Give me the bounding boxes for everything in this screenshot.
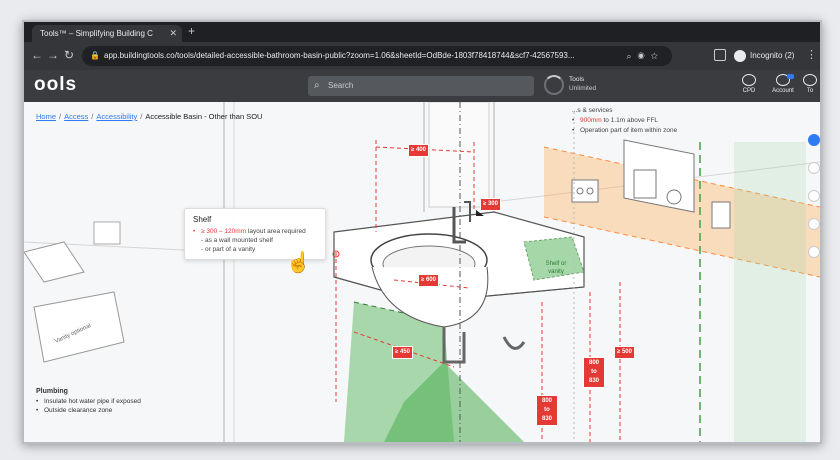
dimension-tag[interactable]: ≥ 450 [392, 346, 413, 359]
browser-tab[interactable]: Tools™ – Simplifying Building C ✕ [32, 25, 182, 42]
tool-icon[interactable] [808, 190, 820, 202]
dimension-tag[interactable]: ≥ 500 [614, 346, 635, 359]
app-header: ools ⌕ Search Tools Unlimited CPD Accoun… [24, 70, 820, 102]
tooltip-line: ≥ 300 – 120mm layout area required [193, 228, 317, 235]
search-placeholder: Search [328, 81, 354, 90]
incognito-indicator[interactable]: Incognito (2) [734, 47, 794, 65]
tools-icon [803, 74, 817, 86]
plan-title: Tools [569, 76, 585, 83]
notification-badge [787, 74, 794, 79]
drawing-canvas[interactable]: Home / Access / Accessibility / Accessible Bas… [24, 102, 820, 442]
breadcrumb-separator: / [140, 112, 143, 121]
tooltip-title: Shelf [193, 215, 212, 224]
incognito-label: Incognito (2) [750, 51, 795, 60]
breadcrumb-home[interactable]: Home [36, 112, 56, 121]
controls-note-line: 900mm to 1.1m above FFL [572, 116, 677, 126]
dimension-tag[interactable]: 800 to 830 [536, 395, 558, 426]
tool-icon[interactable] [808, 246, 820, 258]
controls-height-value: 900mm [580, 117, 602, 124]
plan-status-text: Unlimited [569, 85, 597, 92]
eye-off-icon[interactable]: ◉ [638, 51, 651, 61]
breadcrumb: Home / Access / Accessibility / Accessible Bas… [36, 112, 262, 121]
tab-strip: Tools™ – Simplifying Building C ✕ + [24, 22, 820, 42]
plumbing-item: Outside clearance zone [36, 407, 141, 414]
account-button[interactable]: Account [768, 74, 798, 100]
controls-note: ...s & services 900mm to 1.1m above FFL … [572, 106, 677, 136]
dimension-tag[interactable]: ≥ 600 [418, 274, 439, 287]
reload-icon[interactable]: ↻ [62, 48, 76, 62]
plan-status[interactable]: Tools Unlimited [544, 73, 624, 99]
tools-button[interactable]: To [800, 74, 820, 100]
star-icon[interactable]: ☆ [651, 51, 664, 61]
plumbing-item: Insulate hot water pipe if exposed [36, 398, 141, 405]
cpd-button[interactable]: CPD [734, 74, 764, 100]
dimension-tag[interactable]: ≥ 400 [408, 144, 429, 157]
breadcrumb-access[interactable]: Access [64, 112, 88, 121]
account-label: Account [772, 88, 794, 94]
close-tab-icon[interactable]: ✕ [169, 25, 177, 42]
breadcrumb-accessibility[interactable]: Accessibility [96, 112, 137, 121]
url-text: app.buildingtools.co/tools/detailed-acce… [104, 51, 575, 60]
dimension-tag[interactable]: 800 to 830 [583, 357, 605, 388]
tooltip-line: - as a wall mounted shelf [201, 237, 273, 244]
breadcrumb-separator: / [91, 112, 94, 121]
dimension-tag[interactable]: ≥ 300 [480, 198, 501, 211]
forward-icon[interactable]: → [46, 48, 60, 62]
url-bar[interactable]: 🔒 app.buildingtools.co/tools/detailed-ac… [82, 46, 672, 66]
breadcrumb-separator: / [59, 112, 62, 121]
plumbing-note: Plumbing Insulate hot water pipe if expo… [36, 388, 141, 416]
new-tab-button[interactable]: + [188, 24, 195, 38]
right-toolbar [806, 102, 820, 302]
cpd-label: CPD [742, 88, 756, 94]
controls-note-line: Operation part of item within zone [572, 126, 677, 136]
zoom-icon[interactable]: ⌕ [626, 51, 637, 61]
plumbing-title: Plumbing [36, 388, 68, 395]
tooltip-dimension: ≥ 300 – 120mm [201, 228, 247, 235]
tab-title: Tools™ – Simplifying Building C [40, 29, 153, 38]
chat-icon[interactable] [808, 134, 820, 146]
controls-note-heading: ...s & services [572, 107, 613, 114]
browser-menu-icon[interactable]: ⋮ [806, 48, 817, 61]
controls-height-text: to 1.1m above FFL [601, 117, 659, 124]
lock-icon: 🔒 [90, 51, 100, 60]
browser-window: Tools™ – Simplifying Building C ✕ + ← → … [22, 20, 822, 444]
tooltip-dimension-text: layout area required [246, 228, 306, 235]
breadcrumb-current: Accessible Basin - Other than SOU [145, 112, 263, 121]
search-icon: ⌕ [314, 80, 320, 91]
incognito-icon [734, 49, 746, 62]
hand-cursor-icon: ☝ [286, 252, 311, 274]
tools-label: To [806, 88, 814, 94]
cpd-icon [742, 74, 756, 86]
omnibox-actions: ⌕◉☆ [626, 46, 664, 66]
shelf-label: Shelf or vanity [545, 261, 567, 275]
tool-icon[interactable] [808, 162, 820, 174]
side-panel-icon[interactable] [714, 49, 726, 61]
search-input[interactable]: ⌕ Search [308, 76, 534, 96]
back-icon[interactable]: ← [30, 48, 44, 62]
tool-icon[interactable] [808, 218, 820, 230]
address-bar-row: ← → ↻ 🔒 app.buildingtools.co/tools/detai… [24, 42, 820, 70]
usage-ring-icon [544, 75, 564, 95]
app-logo[interactable]: ools [34, 74, 77, 96]
